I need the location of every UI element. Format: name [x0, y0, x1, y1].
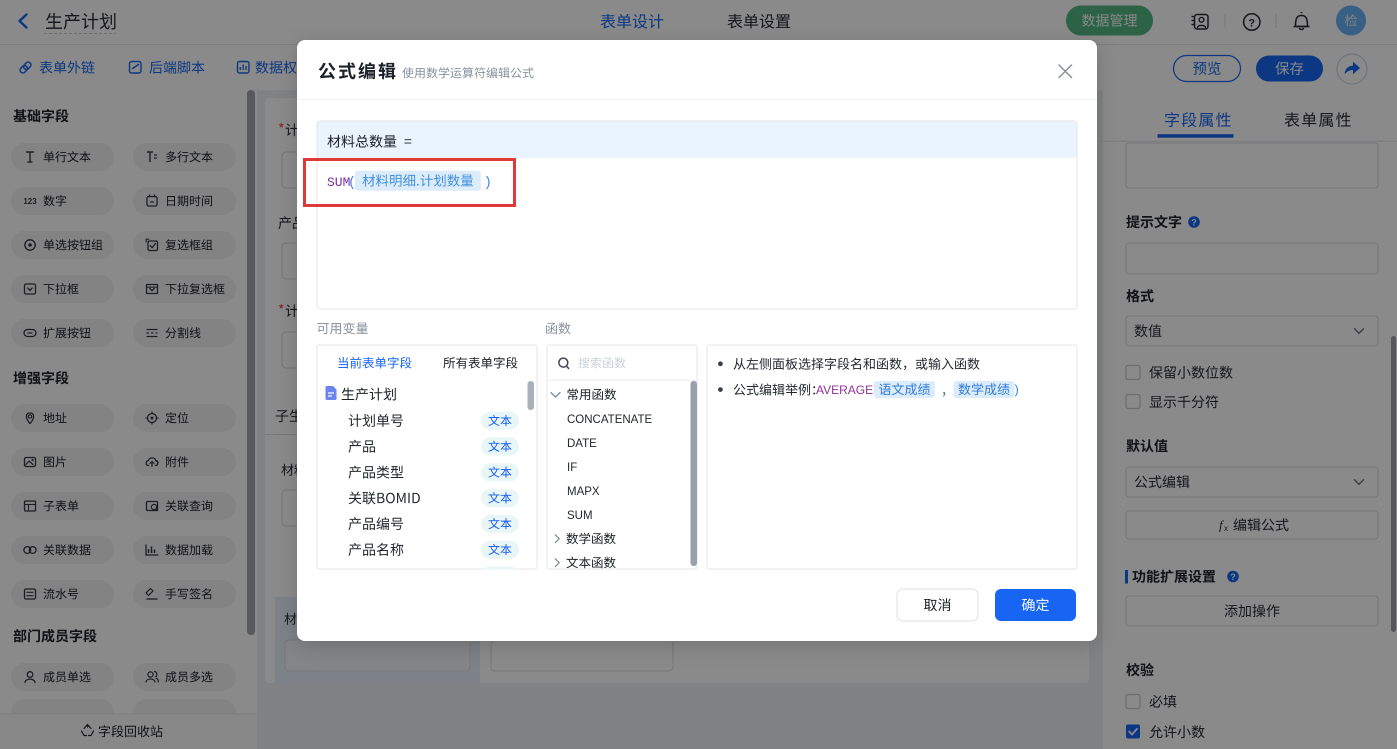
svg-text:AVERAGE(: AVERAGE(	[816, 383, 877, 397]
svg-text:SUM: SUM	[567, 510, 593, 522]
svg-text:DATE: DATE	[567, 438, 597, 450]
svg-text:SUM: SUM	[327, 175, 350, 190]
svg-text:x: x	[1224, 524, 1228, 533]
svg-text:?: ?	[1191, 218, 1197, 228]
svg-text:): )	[484, 176, 492, 191]
svg-text:?: ?	[1248, 17, 1255, 29]
svg-text:?: ?	[1230, 572, 1236, 582]
svg-text:IF: IF	[567, 462, 577, 474]
svg-text:): )	[1015, 382, 1019, 397]
svg-text:123: 123	[23, 197, 37, 206]
svg-text:CONCATENATE: CONCATENATE	[567, 414, 653, 426]
svg-text:(: (	[348, 176, 356, 191]
svg-text:MAPX: MAPX	[567, 486, 600, 498]
